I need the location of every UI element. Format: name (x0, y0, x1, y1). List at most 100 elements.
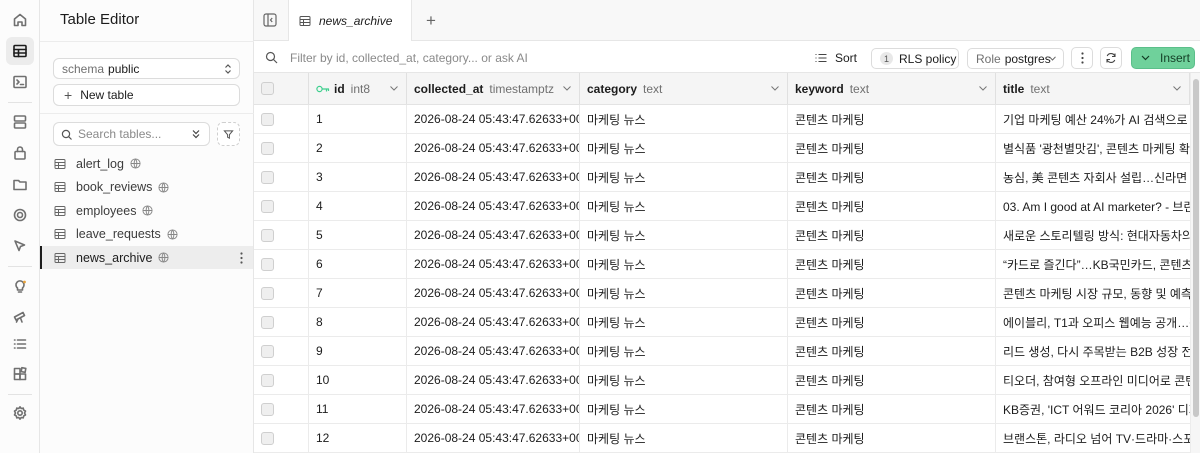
table-row[interactable]: 5 2026-08-24 05:43:47.62633+00 마케팅 뉴스 콘텐츠 마… (254, 221, 1190, 250)
cell-collected_at[interactable]: 2026-08-24 05:43:47.62633+00 (407, 221, 580, 249)
schema-select[interactable]: schema public (53, 58, 240, 79)
table-row[interactable]: 10 2026-08-24 05:43:47.62633+00 마케팅 뉴스 콘텐츠 … (254, 366, 1190, 395)
cell-title[interactable]: 콘텐츠 마케팅 시장 규모, 동향 및 예측(202 (996, 279, 1190, 307)
table-row[interactable]: 2 2026-08-24 05:43:47.62633+00 마케팅 뉴스 콘텐츠 마… (254, 134, 1190, 163)
cell-title[interactable]: 티오더, 참여형 오프라인 미디어로 콘텐츠 마 (996, 366, 1190, 394)
cell-collected_at[interactable]: 2026-08-24 05:43:47.62633+00 (407, 192, 580, 220)
cell-collected_at[interactable]: 2026-08-24 05:43:47.62633+00 (407, 424, 580, 452)
new-tab-plus-icon[interactable]: + (426, 12, 436, 29)
cell-keyword[interactable]: 콘텐츠 마케팅 (788, 337, 996, 365)
chevron-down-icon[interactable] (771, 86, 779, 91)
chevron-down-icon[interactable] (390, 86, 398, 91)
cell-id[interactable]: 8 (309, 308, 407, 336)
column-header-collected_at[interactable]: collected_at timestamptz (407, 73, 580, 104)
table-row[interactable]: 11 2026-08-24 05:43:47.62633+00 마케팅 뉴스 콘텐츠 … (254, 395, 1190, 424)
cell-collected_at[interactable]: 2026-08-24 05:43:47.62633+00 (407, 279, 580, 307)
cell-keyword[interactable]: 콘텐츠 마케팅 (788, 192, 996, 220)
cell-id[interactable]: 2 (309, 134, 407, 162)
realtime-icon[interactable] (6, 201, 34, 229)
cell-keyword[interactable]: 콘텐츠 마케팅 (788, 105, 996, 133)
storage-icon[interactable] (6, 170, 34, 198)
reports-icon[interactable] (6, 302, 34, 330)
row-checkbox[interactable] (261, 402, 274, 416)
row-checkbox[interactable] (261, 112, 274, 126)
scrollbar-thumb[interactable] (1193, 79, 1199, 417)
cell-category[interactable]: 마케팅 뉴스 (580, 424, 788, 452)
cell-keyword[interactable]: 콘텐츠 마케팅 (788, 395, 996, 423)
row-checkbox[interactable] (261, 373, 274, 387)
cell-keyword[interactable]: 콘텐츠 마케팅 (788, 279, 996, 307)
rls-policy-button[interactable]: 1 RLS policy (871, 48, 959, 69)
row-checkbox[interactable] (261, 344, 274, 358)
table-row[interactable]: 3 2026-08-24 05:43:47.62633+00 마케팅 뉴스 콘텐츠 마… (254, 163, 1190, 192)
cell-category[interactable]: 마케팅 뉴스 (580, 163, 788, 191)
cell-category[interactable]: 마케팅 뉴스 (580, 134, 788, 162)
row-checkbox[interactable] (261, 141, 274, 155)
cell-title[interactable]: 리드 생성, 다시 주목받는 B2B 성장 전략… (996, 337, 1190, 365)
table-row[interactable]: 9 2026-08-24 05:43:47.62633+00 마케팅 뉴스 콘텐츠 마… (254, 337, 1190, 366)
sidebar-table-item[interactable]: alert_log (40, 152, 253, 175)
sidebar-table-item[interactable]: employees (40, 199, 253, 222)
cell-id[interactable]: 6 (309, 250, 407, 278)
cell-id[interactable]: 1 (309, 105, 407, 133)
chevron-down-icon[interactable] (563, 86, 571, 91)
cell-id[interactable]: 3 (309, 163, 407, 191)
row-checkbox[interactable] (261, 286, 274, 300)
sidebar-table-item[interactable]: book_reviews (40, 176, 253, 199)
table-row[interactable]: 6 2026-08-24 05:43:47.62633+00 마케팅 뉴스 콘텐츠 마… (254, 250, 1190, 279)
cursor-icon[interactable] (6, 232, 34, 260)
cell-title[interactable]: 별식품 '광천별맛김', 콘텐츠 마케팅 확대…다 (996, 134, 1190, 162)
cell-title[interactable]: 03. Am I good at AI marketer? - 브런 (996, 192, 1190, 220)
cell-title[interactable]: 농심, 美 콘텐츠 자회사 설립…신라면 IP 마케 (996, 163, 1190, 191)
cell-id[interactable]: 12 (309, 424, 407, 452)
settings-gear-icon[interactable] (6, 399, 34, 427)
row-checkbox[interactable] (261, 170, 274, 184)
cell-category[interactable]: 마케팅 뉴스 (580, 337, 788, 365)
cell-id[interactable]: 5 (309, 221, 407, 249)
cell-title[interactable]: 에이블리, T1과 오피스 웹예능 공개…팬심 2 (996, 308, 1190, 336)
cell-keyword[interactable]: 콘텐츠 마케팅 (788, 250, 996, 278)
cell-collected_at[interactable]: 2026-08-24 05:43:47.62633+00 (407, 395, 580, 423)
filter-tables-button[interactable] (217, 122, 240, 146)
collapse-sidebar-icon[interactable] (261, 11, 279, 29)
sidebar-table-item[interactable]: leave_requests (40, 223, 253, 246)
cell-keyword[interactable]: 콘텐츠 마케팅 (788, 424, 996, 452)
sort-chevrons-icon[interactable] (190, 128, 202, 140)
table-row[interactable]: 1 2026-08-24 05:43:47.62633+00 마케팅 뉴스 콘텐츠 마… (254, 105, 1190, 134)
column-header-id[interactable]: id int8 (309, 73, 407, 104)
cell-id[interactable]: 4 (309, 192, 407, 220)
cell-collected_at[interactable]: 2026-08-24 05:43:47.62633+00 (407, 250, 580, 278)
sql-editor-icon[interactable] (6, 68, 34, 96)
cell-id[interactable]: 7 (309, 279, 407, 307)
cell-category[interactable]: 마케팅 뉴스 (580, 250, 788, 278)
advisor-icon[interactable] (6, 272, 34, 300)
row-checkbox[interactable] (261, 228, 274, 242)
cell-keyword[interactable]: 콘텐츠 마케팅 (788, 163, 996, 191)
cell-title[interactable]: 브랜스톤, 라디오 넘어 TV·드라마·스포츠까 (996, 424, 1190, 452)
select-all-checkbox[interactable] (261, 82, 274, 95)
cell-category[interactable]: 마케팅 뉴스 (580, 366, 788, 394)
vertical-scrollbar[interactable] (1190, 73, 1200, 453)
cell-keyword[interactable]: 콘텐츠 마케팅 (788, 366, 996, 394)
cell-category[interactable]: 마케팅 뉴스 (580, 221, 788, 249)
cell-category[interactable]: 마케팅 뉴스 (580, 105, 788, 133)
table-row[interactable]: 4 2026-08-24 05:43:47.62633+00 마케팅 뉴스 콘텐츠 마… (254, 192, 1190, 221)
new-table-button[interactable]: + New table (53, 84, 240, 106)
sidebar-table-item[interactable]: news_archive (40, 246, 253, 269)
chevron-down-icon[interactable] (979, 86, 987, 91)
cell-category[interactable]: 마케팅 뉴스 (580, 192, 788, 220)
cell-keyword[interactable]: 콘텐츠 마케팅 (788, 221, 996, 249)
integrations-icon[interactable] (6, 360, 34, 388)
table-row[interactable]: 12 2026-08-24 05:43:47.62633+00 마케팅 뉴스 콘텐츠 … (254, 424, 1190, 453)
logs-icon[interactable] (6, 330, 34, 358)
table-editor-icon[interactable] (6, 37, 34, 65)
sort-button[interactable]: Sort (815, 48, 857, 68)
chevron-down-icon[interactable] (1173, 86, 1181, 91)
cell-keyword[interactable]: 콘텐츠 마케팅 (788, 308, 996, 336)
cell-category[interactable]: 마케팅 뉴스 (580, 395, 788, 423)
row-checkbox[interactable] (261, 315, 274, 329)
tab-news-archive[interactable]: news_archive (288, 0, 412, 41)
auth-icon[interactable] (6, 139, 34, 167)
database-icon[interactable] (6, 108, 34, 136)
cell-title[interactable]: KB증권, 'ICT 어워드 코리아 2026' 디지털 (996, 395, 1190, 423)
